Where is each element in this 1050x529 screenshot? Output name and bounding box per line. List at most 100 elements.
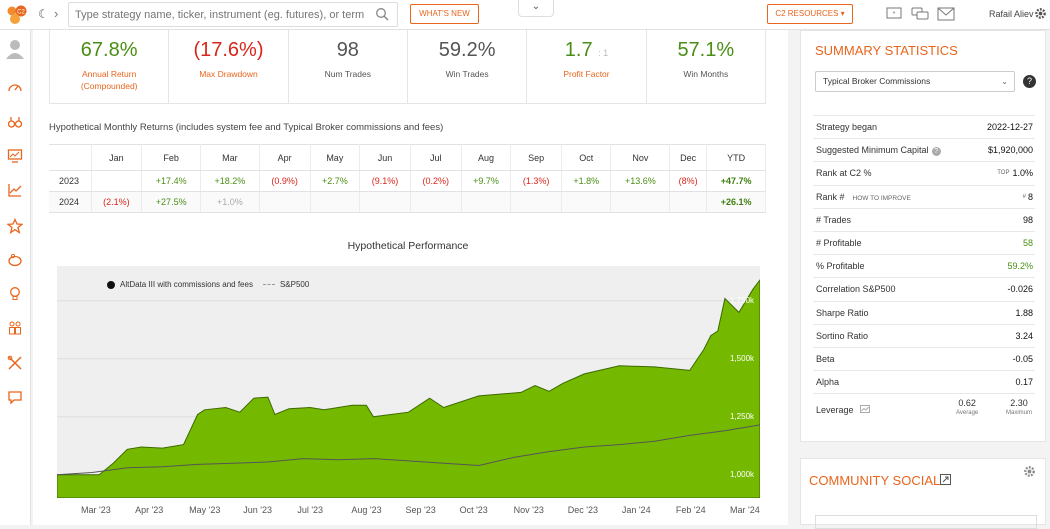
return-cell [310,191,361,213]
performance-chart-svg [57,279,760,498]
x-tick-label: Jun '23 [243,505,272,515]
x-tick-label: Feb '24 [675,505,706,515]
return-cell: (0.9%) [259,170,311,192]
stat-key: Beta [816,353,835,364]
table-header-cell: Jun [359,144,411,171]
x-tick-label: May '23 [189,505,221,515]
return-cell: (2.1%) [91,191,143,213]
external-link-icon[interactable] [940,474,951,485]
x-tick-label: Nov '23 [513,505,544,515]
kpi-strip: 67.8% Annual Return (Compounded) (17.6%)… [49,30,766,104]
stat-row: # Trades 98 [813,207,1035,231]
how-to-improve-link[interactable]: HOW TO IMPROVE [853,195,911,202]
settings-gear-icon[interactable] [1034,7,1047,20]
stat-key: Leverage [816,404,854,415]
star-icon[interactable] [7,218,23,234]
return-cell: (9.1%) [359,170,411,192]
community-title: COMMUNITY SOCIAL [809,473,941,488]
piggy-bank-icon[interactable] [7,252,23,268]
stat-row: Correlation S&P500 -0.026 [813,277,1035,300]
community-input[interactable] [815,515,1037,529]
return-cell [561,191,612,213]
legend-item-strategy[interactable]: AltData III with commissions and fees [120,280,253,289]
kpi-label[interactable]: Max Drawdown [169,68,287,80]
return-cell: +17.4% [141,170,202,192]
left-sidebar [0,30,31,525]
summary-statistics-panel: SUMMARY STATISTICS Typical Broker Commis… [800,30,1046,442]
leverage-maximum: 2.30 Maximum [1006,398,1032,416]
legend-item-sp500[interactable]: S&P500 [280,280,309,289]
line-chart-icon[interactable] [7,182,23,198]
help-question-icon[interactable]: ? [1023,75,1036,88]
table-header-cell: Apr [259,144,311,171]
commission-select[interactable]: Typical Broker Commissions ⌄ [815,71,1015,92]
collapse-header-chevron-down-icon[interactable]: ⌄ [518,0,554,17]
whats-new-button[interactable]: WHAT'S NEW [410,4,479,24]
c2-resources-dropdown[interactable]: C2 RESOURCES ▾ [767,4,853,24]
lightbulb-icon[interactable] [7,286,23,302]
leverage-average: 0.62 Average [956,398,978,416]
chevron-right-icon[interactable]: › [54,6,58,21]
x-tick-label: Aug '23 [351,505,382,515]
table-header-cell: Nov [610,144,671,171]
main-content: 67.8% Annual Return (Compounded) (17.6%)… [33,30,788,525]
leverage-average-label: Average [956,410,979,417]
help-question-icon[interactable]: ? [931,146,941,156]
chart-title: Hypothetical Performance [347,240,469,252]
kpi-value: 67.8% [80,39,138,61]
stat-value: 58 [1022,238,1033,249]
kpi-value: 98 [336,39,359,61]
kpi-max-drawdown: (17.6%) Max Drawdown [169,30,289,103]
year-cell: 2023 [49,170,92,192]
stat-key: Rank # [816,191,845,202]
performance-chart[interactable]: AltData III with commissions and fees S&… [57,266,760,498]
stat-value: -0.05 [1012,353,1033,364]
mail-envelope-icon[interactable] [937,7,955,21]
search-icon[interactable] [375,7,389,21]
table-header-cell: Aug [461,144,512,171]
return-cell [359,191,411,213]
leverage-average-value: 0.62 [958,398,976,409]
kpi-annual-return: 67.8% Annual Return (Compounded) [50,30,170,103]
return-cell [259,191,311,213]
binoculars-icon[interactable] [7,114,23,130]
people-group-icon[interactable] [7,320,23,336]
kpi-label[interactable]: Profit Factor [527,68,645,80]
return-cell: (1.3%) [510,170,563,192]
kpi-profit-factor: 1.7 : 1 Profit Factor [527,30,647,103]
stat-value: 1.88 [1015,307,1033,318]
stat-row: Rank # HOW TO IMPROVE #8 [813,184,1035,208]
chevron-down-icon: ⌄ [1001,77,1008,86]
return-cell: +1.0% [200,191,260,213]
dark-mode-moon-icon[interactable]: ☾ [38,7,49,21]
chart-thumbnail-icon[interactable] [860,404,871,413]
user-avatar-icon[interactable] [5,38,25,60]
table-header-cell: Mar [200,144,260,171]
user-name[interactable]: Rafail Aliev [989,9,1034,19]
kpi-value-wrap: 1.7 : 1 [527,39,645,63]
x-tick-label: Dec '23 [567,505,598,515]
summary-title: SUMMARY STATISTICS [815,43,958,58]
chat-bubbles-icon[interactable] [911,7,929,21]
kpi-value: (17.6%) [193,39,264,61]
stat-key: # Trades [816,214,852,225]
return-cell: +13.6% [610,170,671,192]
stat-row: % Profitable 59.2% [813,254,1035,277]
stat-value: 3.24 [1015,330,1033,341]
dashboard-gauge-icon[interactable] [7,80,23,96]
tools-cross-icon[interactable] [7,355,23,371]
strategy-equity-area[interactable] [57,279,760,498]
c2-logo-icon[interactable]: C2 [6,5,30,25]
settings-gear-icon[interactable] [1023,465,1036,478]
commission-select-value: Typical Broker Commissions [823,76,931,86]
stat-key: Strategy began [816,122,878,133]
y-tick-label: 1,500k [730,353,755,363]
stat-row: # Profitable 58 [813,230,1035,254]
stats-list: Strategy began 2022-12-27 Suggested Minim… [813,115,1035,425]
speech-bubble-icon[interactable] [7,389,23,405]
kpi-label[interactable]: Annual Return (Compounded) [50,68,168,92]
search-input[interactable] [75,6,365,24]
announcement-icon[interactable]: * [885,7,903,21]
kpi-win-trades: 59.2% Win Trades [408,30,528,103]
monitor-chart-icon[interactable] [7,148,23,164]
